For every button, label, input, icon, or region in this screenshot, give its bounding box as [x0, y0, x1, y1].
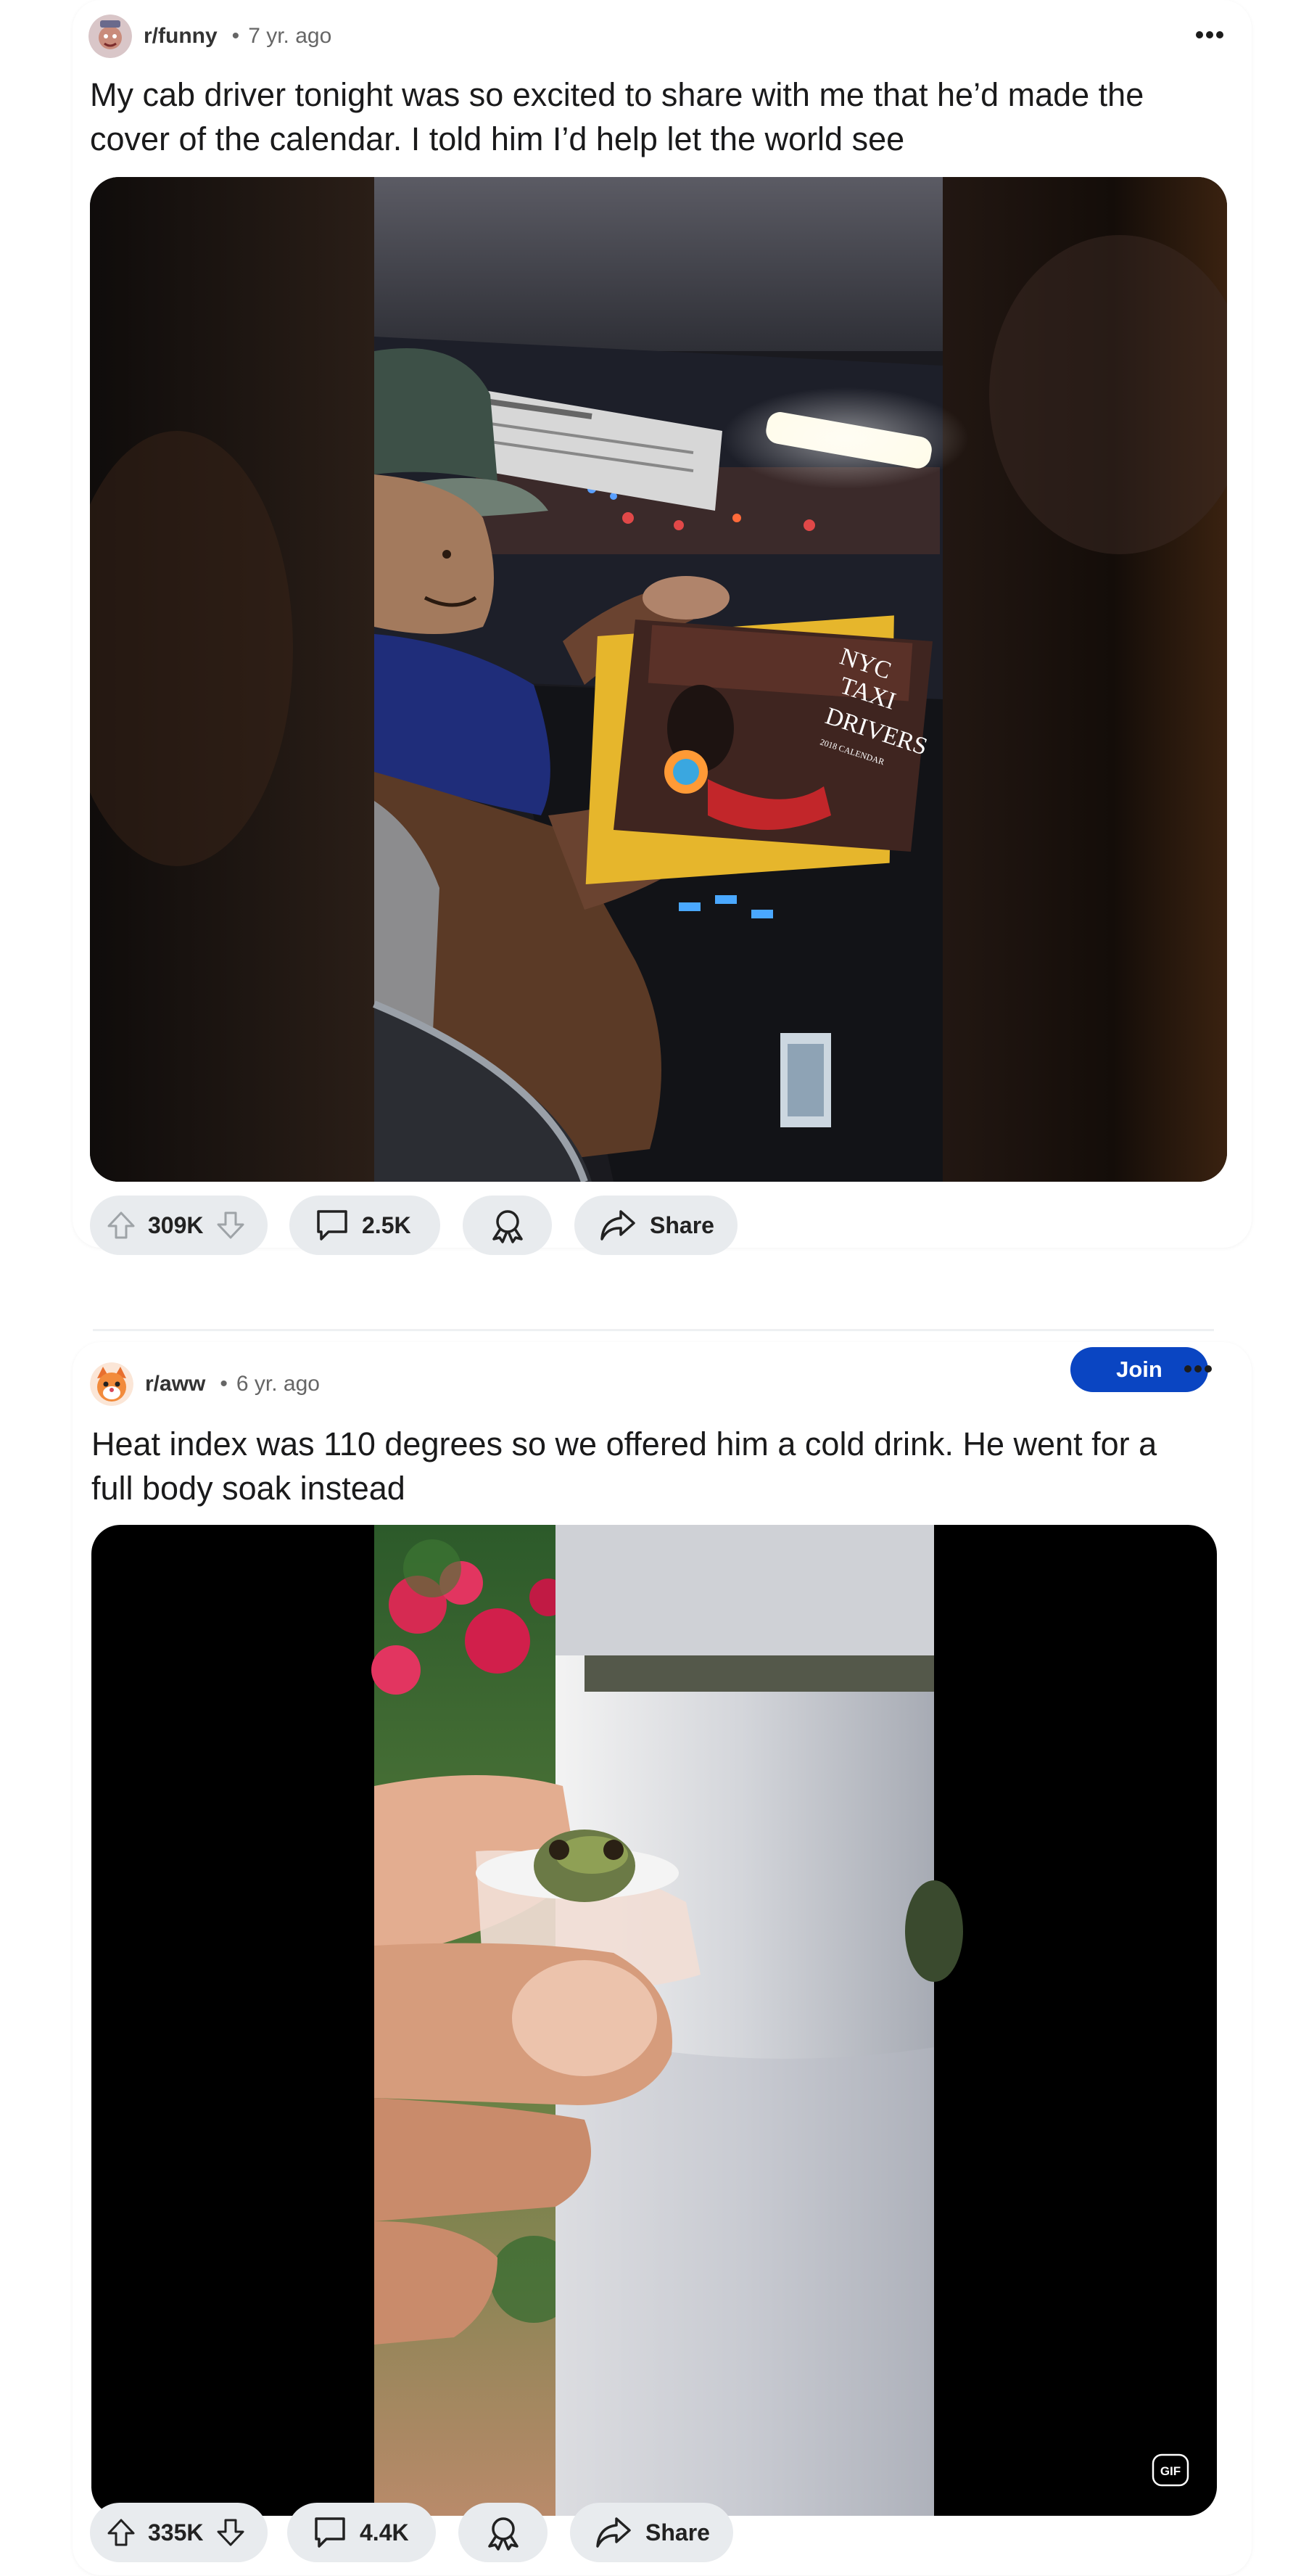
post-video[interactable]: GIF — [91, 1525, 1217, 2516]
share-icon — [600, 1210, 635, 1240]
subreddit-avatar[interactable] — [88, 15, 132, 58]
comments-button[interactable]: 4.4K — [287, 2503, 436, 2562]
gif-badge-text: GIF — [1160, 2464, 1181, 2478]
post-image[interactable]: NYC TAXI DRIVERS 2018 CALENDAR — [90, 177, 1227, 1182]
comment-count: 4.4K — [360, 2519, 409, 2546]
vote-bar: 309K — [90, 1196, 268, 1255]
post-title-line: cover of the calendar. I told him I’d he… — [90, 120, 905, 157]
share-button[interactable]: Share — [574, 1196, 738, 1255]
post-age: 6 yr. ago — [236, 1372, 320, 1396]
overflow-icon — [1184, 1365, 1212, 1373]
meta-separator: • — [231, 24, 240, 48]
award-icon — [492, 1210, 523, 1243]
meta-separator: • — [220, 1372, 228, 1396]
share-icon — [596, 2517, 631, 2548]
subreddit-avatar[interactable] — [90, 1362, 133, 1406]
share-label: Share — [645, 2519, 710, 2546]
award-icon — [487, 2517, 519, 2551]
comment-icon — [315, 2517, 345, 2548]
upvote-icon — [107, 1211, 135, 1239]
overflow-icon — [1196, 31, 1223, 38]
downvote-icon — [217, 2519, 244, 2546]
comments-button[interactable]: 2.5K — [289, 1196, 440, 1255]
post-meta: r/aww • 6 yr. ago — [90, 1361, 320, 1407]
post-title-line: full body soak instead — [91, 1470, 405, 1507]
comment-count: 2.5K — [362, 1211, 411, 1238]
award-button[interactable] — [458, 2503, 548, 2562]
upvote-icon — [107, 2519, 135, 2546]
post-title[interactable]: Heat index was 110 degrees so we offered… — [91, 1422, 1252, 1510]
downvote-button[interactable] — [215, 2517, 246, 2548]
frog-photo: GIF — [371, 1525, 1189, 2516]
post-age: 7 yr. ago — [248, 24, 332, 48]
post-divider — [93, 1329, 1214, 1331]
downvote-icon — [217, 1211, 244, 1239]
post-title[interactable]: My cab driver tonight was so excited to … — [90, 73, 1250, 161]
upvote-count: 309K — [148, 1211, 204, 1238]
subreddit-name[interactable]: r/funny — [144, 24, 218, 49]
award-button[interactable] — [463, 1196, 552, 1255]
upvote-count: 335K — [148, 2519, 204, 2546]
post-meta: r/funny • 7 yr. ago — [88, 13, 331, 59]
post-title-line: Heat index was 110 degrees so we offered… — [91, 1425, 1157, 1462]
share-label: Share — [650, 1211, 714, 1238]
downvote-button[interactable] — [215, 1210, 246, 1240]
overflow-menu-button[interactable] — [1176, 1347, 1220, 1391]
upvote-button[interactable] — [106, 2517, 136, 2548]
share-button[interactable]: Share — [570, 2503, 733, 2562]
comment-icon — [317, 1210, 347, 1240]
vote-bar: 335K — [90, 2503, 268, 2562]
cab-driver-photo: NYC TAXI DRIVERS 2018 CALENDAR — [90, 177, 1227, 1182]
post-title-line: My cab driver tonight was so excited to … — [90, 76, 1144, 113]
subreddit-name[interactable]: r/aww — [145, 1372, 205, 1396]
upvote-button[interactable] — [106, 1210, 136, 1240]
overflow-menu-button[interactable] — [1188, 13, 1231, 57]
